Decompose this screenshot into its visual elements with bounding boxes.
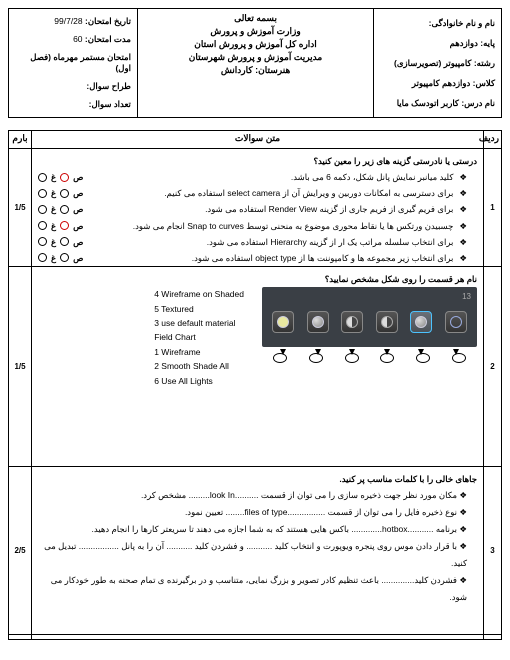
school-line: هنرستان: کاردانش	[144, 65, 367, 76]
score-1: 1/5	[9, 149, 31, 267]
course-field: نام درس: کاربر اتودسک مایا	[380, 98, 495, 109]
question-3: جاهای خالی را با کلمات مناسب پر کنید. ❖ …	[32, 467, 483, 635]
q3-item-5: ❖ فشردن کلید.............. باعث تنظیم کا…	[38, 572, 467, 606]
district-line: مدیریت آموزش و پرورش شهرستان	[144, 52, 367, 63]
province-line: اداره کل آموزش و پرورش استان	[144, 39, 367, 50]
question-count-field: تعداد سوال:	[15, 99, 131, 110]
row-2: 2	[484, 267, 501, 467]
ministry-line: وزارت آموزش و پرورش	[144, 26, 367, 37]
questions-column: متن سوالات درستی یا نادرستی گزینه های زی…	[31, 131, 483, 639]
circle-icon	[38, 189, 47, 198]
q3-item-1: ❖ مکان مورد نظر جهت ذخیره سازی را می توا…	[38, 487, 467, 504]
wireframe-icon	[445, 311, 467, 333]
question-2: نام هر قسمت را روی شکل مشخص نمایید؟ 13	[32, 267, 483, 467]
exam-type-field: امتحان مستمر مهرماه (فصل اول)	[15, 52, 131, 74]
q1-item-3: ❖برای فریم گیری از فریم جاری از گزینه Re…	[38, 201, 467, 217]
q1-prompt: درستی یا نادرستی گزینه های زیر را معین ک…	[38, 153, 477, 169]
row-1: 1	[484, 149, 501, 267]
q2-option: 1 Wireframe	[154, 345, 244, 359]
class-field: کلاس: دوازدهم کامپیوتر	[380, 78, 495, 89]
question-1: درستی یا نادرستی گزینه های زیر را معین ک…	[32, 149, 483, 267]
score-2: 1/5	[9, 267, 31, 467]
student-name-field: نام و نام خانوادگی:	[380, 18, 495, 29]
circle-icon	[60, 253, 69, 262]
header-left-col: تاریخ امتحان: 99/7/28 مدت امتحان: 60 امت…	[9, 9, 137, 117]
circle-icon	[38, 205, 47, 214]
q2-option: 6 Use All Lights	[154, 374, 244, 388]
score-3: 2/5	[9, 467, 31, 635]
q2-option: 2 Smooth Shade All	[154, 359, 244, 373]
score-header: بارم	[9, 131, 31, 149]
arrow-down-icon	[453, 349, 459, 355]
smooth-shade-icon	[410, 311, 432, 333]
bismillah: بسمه تعالی	[144, 13, 367, 24]
designer-field: طراح سوال:	[15, 81, 131, 92]
q3-item-2: ❖ نوع ذخیره فایل را می توان از قسمت ....…	[38, 504, 467, 521]
exam-header: نام و نام خانوادگی: پایه: دوازدهم رشته: …	[8, 8, 502, 118]
questions-header: متن سوالات	[32, 131, 483, 149]
q1-item-1: ❖کلید میانبر نمایش پانل شکل، دکمه 6 می ب…	[38, 169, 467, 185]
circle-icon	[60, 205, 69, 214]
arrow-down-icon	[315, 349, 321, 355]
q2-option: 4 Wireframe on Shaded	[154, 287, 244, 301]
circle-icon	[38, 173, 47, 182]
q2-options-list: 4 Wireframe on Shaded 5 Textured 3 use d…	[154, 287, 244, 388]
circle-icon	[60, 173, 69, 182]
half-shade-icon	[376, 311, 398, 333]
row-number-column: ردیف 1 2 3	[483, 131, 501, 639]
circle-icon	[38, 221, 47, 230]
score-column: بارم 1/5 1/5 2/5	[9, 131, 31, 639]
q3-item-3: ❖ برنامه ...........hotbox............. …	[38, 521, 467, 538]
q1-item-6: ❖برای انتخاب زیر مجموعه ها و کامپوننت ها…	[38, 250, 467, 266]
circle-icon	[38, 253, 47, 262]
arrow-down-icon	[349, 349, 355, 355]
q1-item-2: ❖برای دسترسی به امکانات دوربین و ویرایش …	[38, 185, 467, 201]
arrow-down-icon	[418, 349, 424, 355]
header-center-col: بسمه تعالی وزارت آموزش و پرورش اداره کل …	[137, 9, 373, 117]
row-header: ردیف	[484, 131, 501, 149]
exam-duration-field: مدت امتحان: 60	[15, 34, 131, 45]
q2-option: 5 Textured	[154, 302, 244, 316]
circle-icon	[60, 189, 69, 198]
circle-icon	[60, 221, 69, 230]
arrow-down-icon	[384, 349, 390, 355]
textured-icon	[307, 311, 329, 333]
row-3: 3	[484, 467, 501, 635]
grade-field: پایه: دوازدهم	[380, 38, 495, 49]
q1-item-5: ❖برای انتخاب سلسله مراتب یک ار از گزینه …	[38, 234, 467, 250]
q2-option: 3 use default material	[154, 316, 244, 330]
maya-toolbar-image: 13	[262, 287, 477, 347]
field-field: رشته: کامپیوتر (تصویرسازی)	[380, 58, 495, 69]
header-right-col: نام و نام خانوادگی: پایه: دوازدهم رشته: …	[373, 9, 501, 117]
wireframe-on-shaded-icon	[341, 311, 363, 333]
toolbar-number-label: 13	[462, 289, 471, 304]
lights-icon	[272, 311, 294, 333]
q2-prompt: نام هر قسمت را روی شکل مشخص نمایید؟	[38, 271, 477, 287]
circle-icon	[38, 237, 47, 246]
questions-table: ردیف 1 2 3 متن سوالات درستی یا نادرستی گ…	[8, 130, 502, 640]
q3-item-4: ❖ با قرار دادن موس روی پنجره ویوپورت و ا…	[38, 538, 467, 572]
q2-option: Field Chart	[154, 330, 244, 344]
q1-item-4: ❖چسبیدن ورتکس ها یا نقاط محوری موضوع به …	[38, 218, 467, 234]
arrow-down-icon	[280, 349, 286, 355]
q3-prompt: جاهای خالی را با کلمات مناسب پر کنید.	[38, 471, 477, 487]
exam-date-field: تاریخ امتحان: 99/7/28	[15, 16, 131, 27]
circle-icon	[60, 237, 69, 246]
